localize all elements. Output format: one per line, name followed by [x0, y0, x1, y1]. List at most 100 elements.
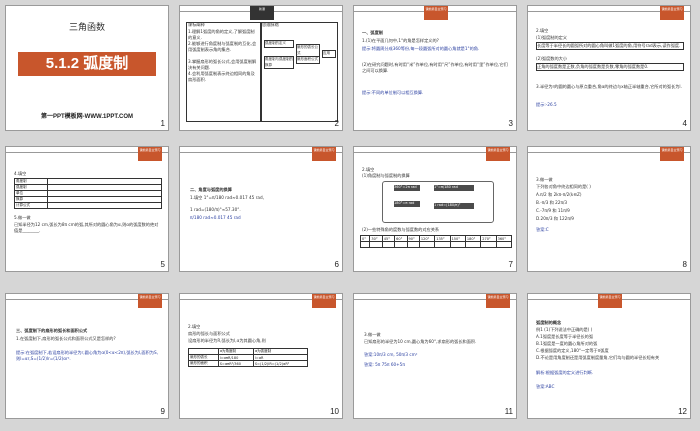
subheading-1: (1)角度制与弧度制的换算 [362, 173, 410, 178]
radian-cell [480, 241, 497, 248]
conversion-line-2: 1 rad=(180/π)°≈57.30°. [190, 207, 241, 212]
row-value [47, 202, 162, 209]
slide-tag: 课前篇自主预习 [598, 294, 622, 308]
section-heading: 二、角度与弧度的换算 [190, 187, 232, 192]
option-b: B.-π/3 和 22π/3 [536, 200, 568, 205]
radian-cell [369, 241, 383, 248]
fill-heading: 2.填空 [536, 28, 549, 33]
answer: 答案:C [536, 227, 549, 232]
topic-heading: 弧度制的概念 [536, 320, 562, 325]
goal-4: 4.会利用弧度制表示终边相同的角及扇形面积. [188, 71, 255, 82]
formula-table: α为角度制 α为弧度制 扇形的弧长 l=απR/180 l=αR 扇形的面积 S… [188, 348, 309, 367]
radian-cell [381, 241, 396, 248]
slide-thumbnail-12[interactable]: 课前篇自主预习 弧度制的概念 例1 (1)下列说法中正确的是( ) A.1弧度是… [527, 293, 691, 419]
slide-thumbnail-8[interactable]: 课前篇自主预习 3.做一做 下列各对角中终边相同的是( ) A.π/2 和 2k… [527, 146, 691, 272]
slide-thumbnail-2[interactable]: 新课 课标阐释 思维脉络 1.理解1弧度的角的定义,了解弧度制的意义. 2.能够… [179, 5, 343, 131]
question: 已知扇形的半径为10 cm,圆心角为60°,求扇形的弧长和面积. [364, 339, 477, 344]
option-b: B.1弧度是一度的圆心角所对的弧 [536, 341, 598, 346]
formula-cell: S=(1/2)lR=(1/2)αR² [252, 360, 309, 367]
subheading-1: (1)弧度制的定义 [536, 35, 568, 40]
slide-tag: 课前篇自主预习 [138, 294, 162, 308]
definition-box: 长度等于半径长的圆弧所对的圆心角叫做1弧度的角,用符号rad表示,读作弧度. [536, 42, 684, 50]
example-question: 例1 (1)下列说法中正确的是( ) [536, 327, 593, 332]
hint-2: 提示:不同的单位制可以相互换算. [362, 90, 424, 95]
slide-thumbnail-7[interactable]: 课前篇自主预习 2.填空 (1)角度制与弧度制的换算 360°=2π rad 1… [353, 146, 517, 272]
mind-node-2: 角度制与弧度制的换算 [264, 56, 294, 70]
mind-node-1: 弧度制的定义 [264, 40, 294, 48]
subheading-2: (2)一些特殊角的度数与弧度数的对应关系 [362, 227, 440, 232]
cover-band: 5.1.2 弧度制 [18, 52, 156, 76]
radian-cell [449, 241, 466, 248]
hint-1: 提示:将圆周分成360等份,每一段圆弧所对的圆心角就是1°的角. [362, 46, 480, 51]
radian-cell [464, 241, 482, 248]
question: 下列各对角中终边相同的是( ) [536, 184, 591, 189]
slide-tag: 课前篇自主预习 [660, 6, 684, 20]
slide-thumbnail-11[interactable]: 课前篇自主预习 3.做一做 已知扇形的半径为10 cm,圆心角为60°,求扇形的… [353, 293, 517, 419]
row-label: 计算公式 [14, 202, 48, 209]
radian-cell [495, 241, 513, 248]
answer: 答案:ABC [536, 384, 555, 389]
exercise-heading: 3.做一做 [364, 332, 381, 337]
diagram-node-1: 360°=2π rad [394, 185, 420, 191]
slide-tag: 课前篇自主预习 [138, 147, 162, 161]
cover-footer: 第一PPT模板网-WWW.1PPT.COM [41, 114, 133, 120]
exercise-heading: 5.做一做 [14, 215, 31, 220]
comparison-table: 角度制 弧度制 单位 换算 计算公式 [14, 178, 162, 209]
slide-thumbnail-4[interactable]: 课前篇自主预习 2.填空 (1)弧度制的定义 长度等于半径长的圆弧所对的圆心角叫… [527, 5, 691, 131]
radian-cell [434, 241, 451, 248]
slide-tag: 新课 [250, 6, 274, 20]
solution: 解析:根据弧度的定义进行判断. [536, 370, 594, 375]
hint: 提示:在弧度制下,若设扇形的半径为r,圆心角为α(0<α<2π),弧长为l,面积… [16, 350, 158, 361]
conversion-line-1: 1.填空 1°=π/180 rad≈0.017 45 rad, [190, 195, 264, 200]
diagram-node-3: 1°=π/180 rad [434, 185, 474, 191]
slide-number: 4 [682, 119, 687, 128]
slide-tag: 课前篇自主预习 [660, 147, 684, 161]
fill-heading: 2.填空 [362, 167, 375, 172]
radian-cell [406, 241, 420, 248]
goal-1: 1.理解1弧度的角的定义,了解弧度制的意义. [188, 29, 255, 40]
question-3: 3.半径为r的圆的圆心与原点重合,角α的终边与x轴正半轴重合,它所对的弧长为l. [536, 84, 682, 89]
section-heading: 一、弧度制 [362, 30, 383, 35]
slide-number: 2 [334, 119, 339, 128]
exercise-text: 已知半径为12 cm,弧长为8π cm的弧,其所对的圆心角为α,则α的弧度数的绝… [14, 222, 159, 233]
solution: 答案:10π/3 cm, 50π/3 cm² [364, 352, 418, 357]
fill-heading: 2.填空 [188, 324, 201, 329]
col1-head: 课标阐释 [188, 22, 205, 27]
option-a: A.1弧度是长度等于半径长的弧 [536, 334, 594, 339]
conversion-line-3: π/180 rad≈0.017 45 rad [190, 215, 241, 220]
option-c: C.-7π/9 和 11π/9 [536, 208, 570, 213]
diagram-node-4: 1 rad=(180/π)° [434, 203, 474, 209]
slide-thumbnail-5[interactable]: 课前篇自主预习 4.填空 角度制 弧度制 单位 换算 计算公式 5.做一做 已知… [5, 146, 169, 272]
radian-cell [394, 241, 408, 248]
slide-number: 5 [160, 260, 165, 269]
radian-cell [418, 241, 436, 248]
slide-tag: 课前篇自主预习 [312, 147, 336, 161]
slide-thumbnail-6[interactable]: 课前篇自主预习 二、角度与弧度的换算 1.填空 1°=π/180 rad≈0.0… [179, 146, 343, 272]
special-angles-table: 0° 30° 45° 60° 90° 120° 135° 150° 180° 2… [359, 235, 513, 248]
slide-number: 8 [682, 260, 687, 269]
option-d: D.不论是用角度制还是用弧度制度量角,它们均与圆的半径长短有关 [536, 355, 660, 360]
question-1: 1.(1)在平面几何中,1°的角是怎样定义的? [362, 38, 439, 43]
slide-number: 6 [334, 260, 339, 269]
slide-thumbnail-9[interactable]: 课前篇自主预习 三、弧度制下的扇形的弧长和面积公式 1.在弧度制下,扇形的弧长公… [5, 293, 169, 419]
slide-tag: 课前篇自主预习 [486, 147, 510, 161]
slide-tag: 课前篇自主预习 [486, 294, 510, 308]
slide-number: 12 [678, 407, 687, 416]
slide-thumbnail-1[interactable]: 三角函数 5.1.2 弧度制 第一PPT模板网-WWW.1PPT.COM 1 [5, 5, 169, 131]
radian-cell [359, 241, 371, 248]
slide-number: 10 [330, 407, 339, 416]
slide-number: 11 [504, 407, 513, 416]
cover-title: 三角函数 [68, 22, 105, 32]
exercise-heading: 3.做一做 [536, 177, 553, 182]
question-2: (2)在研究问题时,有时用“米”作单位,有时用“尺”作单位,有时用“里”作单位,… [362, 62, 508, 73]
slide-thumbnail-10[interactable]: 课前篇自主预习 2.填空 扇形的弧长与面积公式 设扇形的半径为R,弧长为l,α为… [179, 293, 343, 419]
description: 设扇形的半径为R,弧长为l,α为其圆心角,则 [188, 338, 266, 343]
slide-thumbnail-3[interactable]: 课前篇自主预习 一、弧度制 1.(1)在平面几何中,1°的角是怎样定义的? 提示… [353, 5, 517, 131]
question: 1.在弧度制下,扇形的弧长公式和面积公式又是怎样的? [16, 336, 116, 341]
slide-number: 3 [508, 119, 513, 128]
option-d: D.20π/3 和 122π/9 [536, 216, 574, 221]
goal-3: 3.掌握扇形的弧长公式,会用弧度制解决有关问题. [188, 59, 257, 70]
option-c: C.根据弧度的定义,180°一定等于π弧度 [536, 348, 609, 353]
subheading: 扇形的弧长与面积公式 [188, 331, 230, 336]
hint-answer: 提示:-26.5 [536, 102, 557, 107]
